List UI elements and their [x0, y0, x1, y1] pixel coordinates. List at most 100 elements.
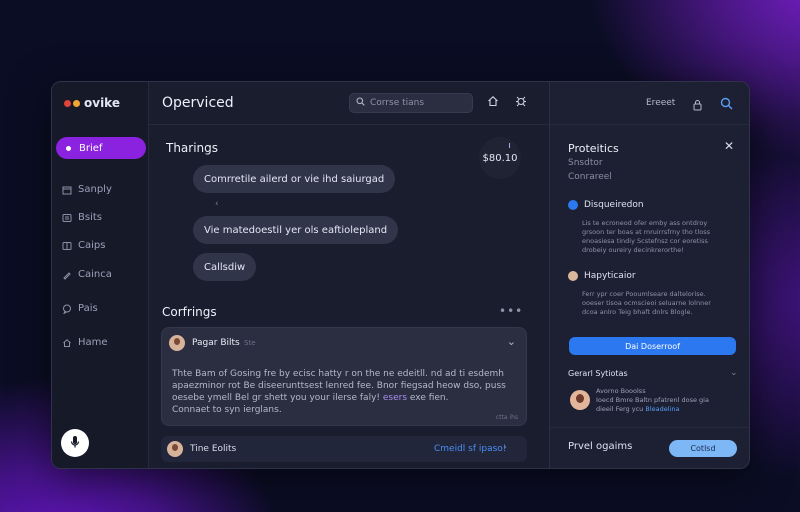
person-detail-text: dieeil Ferg ycu: [596, 405, 646, 413]
home-icon: [62, 338, 72, 348]
panel-body-line: ooeser tisoa ocmscieoi seluarne lolnner: [582, 299, 711, 307]
avatar: [169, 335, 185, 351]
panel-header-label[interactable]: Ereeet: [646, 98, 675, 108]
microphone-icon: [69, 434, 81, 453]
message-bubble[interactable]: Comrretile ailerd or vie ihd saiurgad: [193, 165, 396, 193]
chevron-right-icon[interactable]: ›: [503, 442, 507, 453]
panel-subtitle: Conrareel: [568, 172, 612, 182]
sidebar-item-cainca[interactable]: Cainca: [62, 269, 112, 280]
section-title-corfrings: Corfrings: [162, 305, 217, 319]
sidebar-item-brief[interactable]: Brief: [56, 137, 146, 159]
message-bubble[interactable]: Vie matedoestil yer ols eaftiolepland: [193, 216, 399, 244]
close-icon[interactable]: ✕: [724, 139, 734, 153]
sidebar-item-hame[interactable]: Hame: [62, 337, 108, 348]
panel-header: Ereeet: [550, 82, 749, 124]
card-author: Pagar Bilts: [192, 338, 240, 348]
panel-section-header: Disqueiredon: [568, 200, 644, 210]
divider: [550, 427, 749, 428]
details-panel: Ereeet Proteitics ✕ Snsdtor Conrareel Di…: [549, 82, 749, 468]
sidebar-item-label: Caips: [78, 240, 106, 251]
bug-icon[interactable]: [515, 95, 527, 110]
search-icon[interactable]: [720, 95, 733, 114]
sidebar-item-pais[interactable]: Pais: [62, 303, 98, 315]
card-body: Thte Bam of Gosing fre by ecisc hatty r …: [172, 368, 518, 416]
message-bubble[interactable]: Callsdiw: [193, 253, 257, 281]
app-logo[interactable]: ovike: [64, 96, 120, 110]
pen-icon: [62, 270, 72, 280]
panel-subtitle: Snsdtor: [568, 158, 603, 168]
panel-section-body: Lis te ecroneod ofer emby ass ontdroy gr…: [582, 219, 732, 255]
sidebar-item-label: Hame: [78, 337, 108, 348]
divider: [550, 124, 749, 125]
search-input[interactable]: Corrse tians: [349, 93, 473, 113]
search-placeholder: Corrse tians: [370, 98, 425, 108]
header: Operviced Corrse tians: [149, 82, 549, 125]
amount-value: $80.10: [482, 152, 518, 164]
page-title: Operviced: [162, 95, 234, 111]
sidebar-item-label: Pais: [78, 303, 98, 314]
footer-button[interactable]: Cotlsd: [669, 440, 737, 457]
indicator-mark: [509, 143, 515, 148]
sidebar: ovike Brief Sanply Bsits Caips Cainca Pa…: [52, 82, 149, 468]
panel-body-line: grsoon ter boas at mruirrsfrny tho tloss: [582, 228, 710, 236]
avatar: [167, 441, 183, 457]
sidebar-item-label: Brief: [79, 142, 103, 154]
grid-icon: [62, 241, 72, 251]
avatar: [568, 271, 578, 281]
avatar: [570, 390, 590, 410]
panel-body-line: Lis te ecroneod ofer emby ass ontdroy: [582, 219, 708, 227]
sidebar-item-label: Cainca: [78, 269, 112, 280]
panel-body-line: dcoa anlro Teig bhaft dnlrs Blogle.: [582, 308, 693, 316]
panel-body-line: drobeiy oureiry decinkrerorthe!: [582, 246, 684, 254]
card-body-line: Connaet to syn ierglans.: [172, 405, 282, 415]
calendar-icon: [62, 185, 72, 195]
sidebar-item-label: Bsits: [78, 212, 102, 223]
card-meta: Ste: [244, 339, 256, 347]
card-body-text: exe fien.: [407, 393, 449, 403]
panel-section-title: Disqueiredon: [584, 200, 644, 210]
main-content: Tharings $80.10 Comrretile ailerd or vie…: [149, 125, 549, 468]
chevron-down-icon[interactable]: ⌄: [730, 368, 738, 378]
panel-section-title: Hapyticaior: [584, 271, 636, 281]
active-dot-icon: [66, 145, 71, 151]
section-title-tharings: Tharings: [166, 141, 219, 155]
sidebar-item-label: Sanply: [78, 184, 112, 195]
panel-section-header: Hapyticaior: [568, 271, 636, 281]
card-body-line: apaezminor rot Be diseerunttsest lenred …: [172, 381, 506, 391]
card-body-line: oesebe ymell Bel gr shett you your ilers…: [172, 392, 518, 404]
list-item[interactable]: Tine Eolits Cmeidl sf ipaso! ›: [161, 436, 527, 462]
lock-icon[interactable]: [692, 96, 703, 115]
panel-body-line: Ferr ypr coer Pooumlseare daltelorise.: [582, 290, 706, 298]
sidebar-item-sanply[interactable]: Sanply: [62, 184, 112, 195]
reply-indicator-icon: ‹: [215, 199, 219, 209]
app-window: ovike Brief Sanply Bsits Caips Cainca Pa…: [51, 81, 750, 469]
info-icon: [568, 200, 578, 210]
person-link[interactable]: Bleadelina: [645, 405, 679, 413]
panel-body-line: enoasiesa tindiy Scstefnsz cor eoretiss: [582, 237, 708, 245]
chat-icon: [62, 304, 72, 315]
gerarl-section-title: Gerarl Sytiotas: [568, 369, 628, 378]
sidebar-item-caips[interactable]: Caips: [62, 240, 105, 251]
more-options-icon[interactable]: •••: [499, 304, 523, 318]
list-item-title: Tine Eolits: [190, 444, 237, 454]
list-item-link[interactable]: Cmeidl sf ipaso!: [434, 444, 506, 454]
logo-dot-red: [64, 99, 71, 107]
sidebar-item-bsits[interactable]: Bsits: [62, 212, 102, 223]
microphone-button[interactable]: [61, 429, 89, 457]
home-icon[interactable]: [487, 95, 499, 110]
logo-dot-orange: [73, 99, 80, 107]
panel-title: Proteitics: [568, 142, 619, 155]
primary-action-button[interactable]: Dai Doserroof: [569, 337, 736, 355]
person-detail: Ioecd Bmre Baltn pfatrenl dose gia: [596, 396, 709, 404]
panel-section-body: Ferr ypr coer Pooumlseare daltelorise. o…: [582, 290, 732, 317]
chevron-down-icon[interactable]: ⌄: [507, 335, 516, 348]
search-icon: [356, 97, 365, 109]
card-body-text: oesebe ymell Bel gr shett you your ilers…: [172, 393, 383, 403]
comment-card[interactable]: Pagar Bilts Ste ⌄ Thte Bam of Gosing fre…: [161, 327, 527, 426]
card-body-line: Thte Bam of Gosing fre by ecisc hatty r …: [172, 369, 504, 379]
card-highlight-link[interactable]: esers: [383, 393, 407, 403]
logo-text: ovike: [84, 96, 120, 110]
person-name: Avorno Booolss: [596, 387, 646, 395]
list-icon: [62, 213, 72, 223]
card-footnote: ctta ihs: [495, 414, 518, 421]
